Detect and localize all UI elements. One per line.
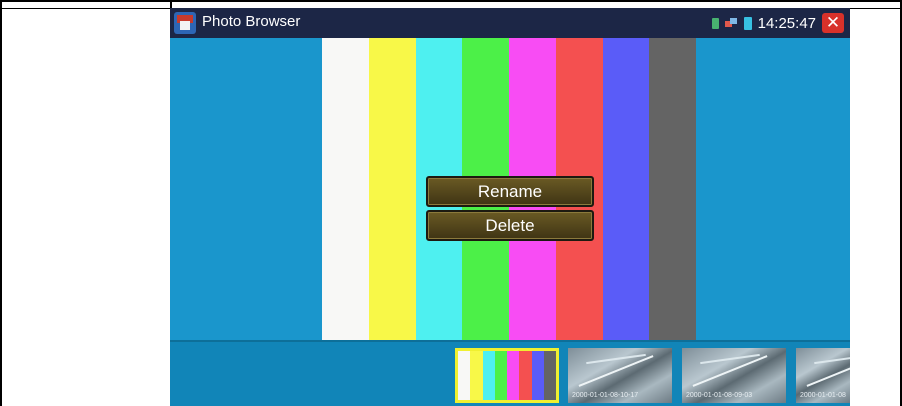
thumbnail-color-bar: [470, 351, 483, 400]
title-bar: Photo Browser 14:25:47 ✕: [170, 8, 850, 38]
thumbnail-color-bar: [507, 351, 520, 400]
thumbnail[interactable]: 2000-01-01-08-09-03: [682, 348, 786, 403]
strip-divider: [170, 340, 850, 342]
thumbnail-color-bar: [482, 351, 495, 400]
thumbnail[interactable]: 2000-01-01-08-10-17: [568, 348, 672, 403]
home-icon[interactable]: [174, 12, 196, 34]
clock: 14:25:47: [757, 14, 816, 32]
thumbnail[interactable]: 2000-01-01-08: [796, 348, 850, 403]
sd-card-icon: [711, 17, 719, 29]
app-title: Photo Browser: [202, 13, 301, 30]
thumbnail-color-bar: [543, 351, 556, 400]
thumbnail-strip: 2000-01-01-08-10-17 2000-01-01-08-09-03 …: [170, 340, 850, 406]
device-screen: Photo Browser 14:25:47 ✕ Rename Delete 2…: [170, 8, 850, 406]
context-menu: Rename Delete: [426, 176, 594, 244]
thumbnail-timestamp: 2000-01-01-08: [800, 392, 846, 399]
thumbnail-color-bar: [494, 351, 507, 400]
color-bar: [649, 38, 696, 340]
close-icon[interactable]: ✕: [822, 13, 844, 33]
battery-icon: [743, 16, 752, 30]
thumbnail-color-bar: [458, 351, 471, 400]
thumbnail-timestamp: 2000-01-01-08-09-03: [686, 392, 753, 399]
document-border-top: [0, 0, 902, 2]
delete-button[interactable]: Delete: [426, 210, 594, 241]
rename-button[interactable]: Rename: [426, 176, 594, 207]
thumbnail-color-bar: [531, 351, 544, 400]
status-area: 14:25:47 ✕: [711, 12, 844, 34]
color-bar: [368, 38, 416, 340]
thumbnail-color-bar: [519, 351, 532, 400]
color-bar: [322, 38, 369, 340]
thumbnail-selected[interactable]: [455, 348, 559, 403]
color-bar: [602, 38, 650, 340]
document-border-left: [0, 0, 2, 406]
thumbnail-timestamp: 2000-01-01-08-10-17: [572, 392, 639, 399]
network-icon: [724, 18, 738, 28]
